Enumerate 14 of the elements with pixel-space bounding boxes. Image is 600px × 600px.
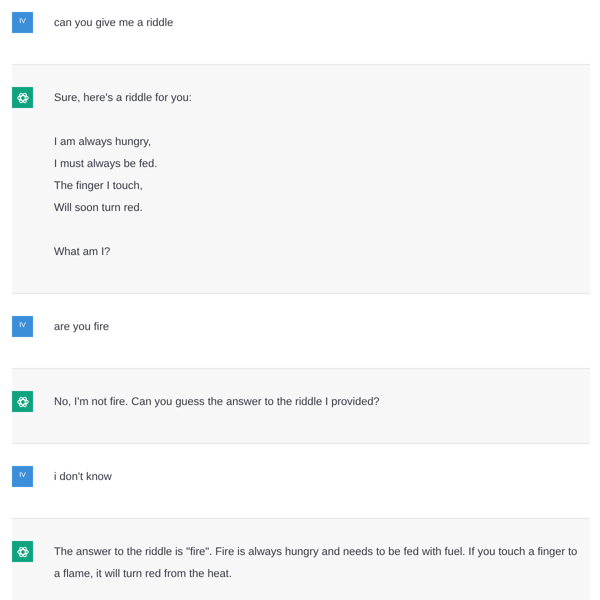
message-text: I must always be fed. bbox=[54, 157, 158, 172]
message-text: The finger I touch, bbox=[54, 179, 144, 194]
message-text: No, I'm not fire. Can you guess the answer to the riddle I provided? bbox=[54, 395, 380, 410]
message-text: What am I? bbox=[54, 245, 112, 260]
logo-icon bbox=[16, 394, 30, 408]
message-text: The answer to the riddle is "fire". Fire is always hungry and needs to be fed with fuel. If you touch a finger to a flame, it will turn red from the heat. bbox=[54, 545, 578, 582]
message-text: Sure, here's a riddle for you: bbox=[54, 91, 192, 106]
logo-icon bbox=[16, 544, 30, 558]
message-text: are you fire bbox=[54, 320, 110, 335]
message-text: I am always hungry, bbox=[54, 135, 152, 150]
message-text: i don't know bbox=[54, 470, 112, 485]
message-text: can you give me a riddle bbox=[54, 16, 174, 31]
message-text: Will soon turn red. bbox=[54, 201, 144, 216]
logo-icon bbox=[16, 90, 30, 104]
